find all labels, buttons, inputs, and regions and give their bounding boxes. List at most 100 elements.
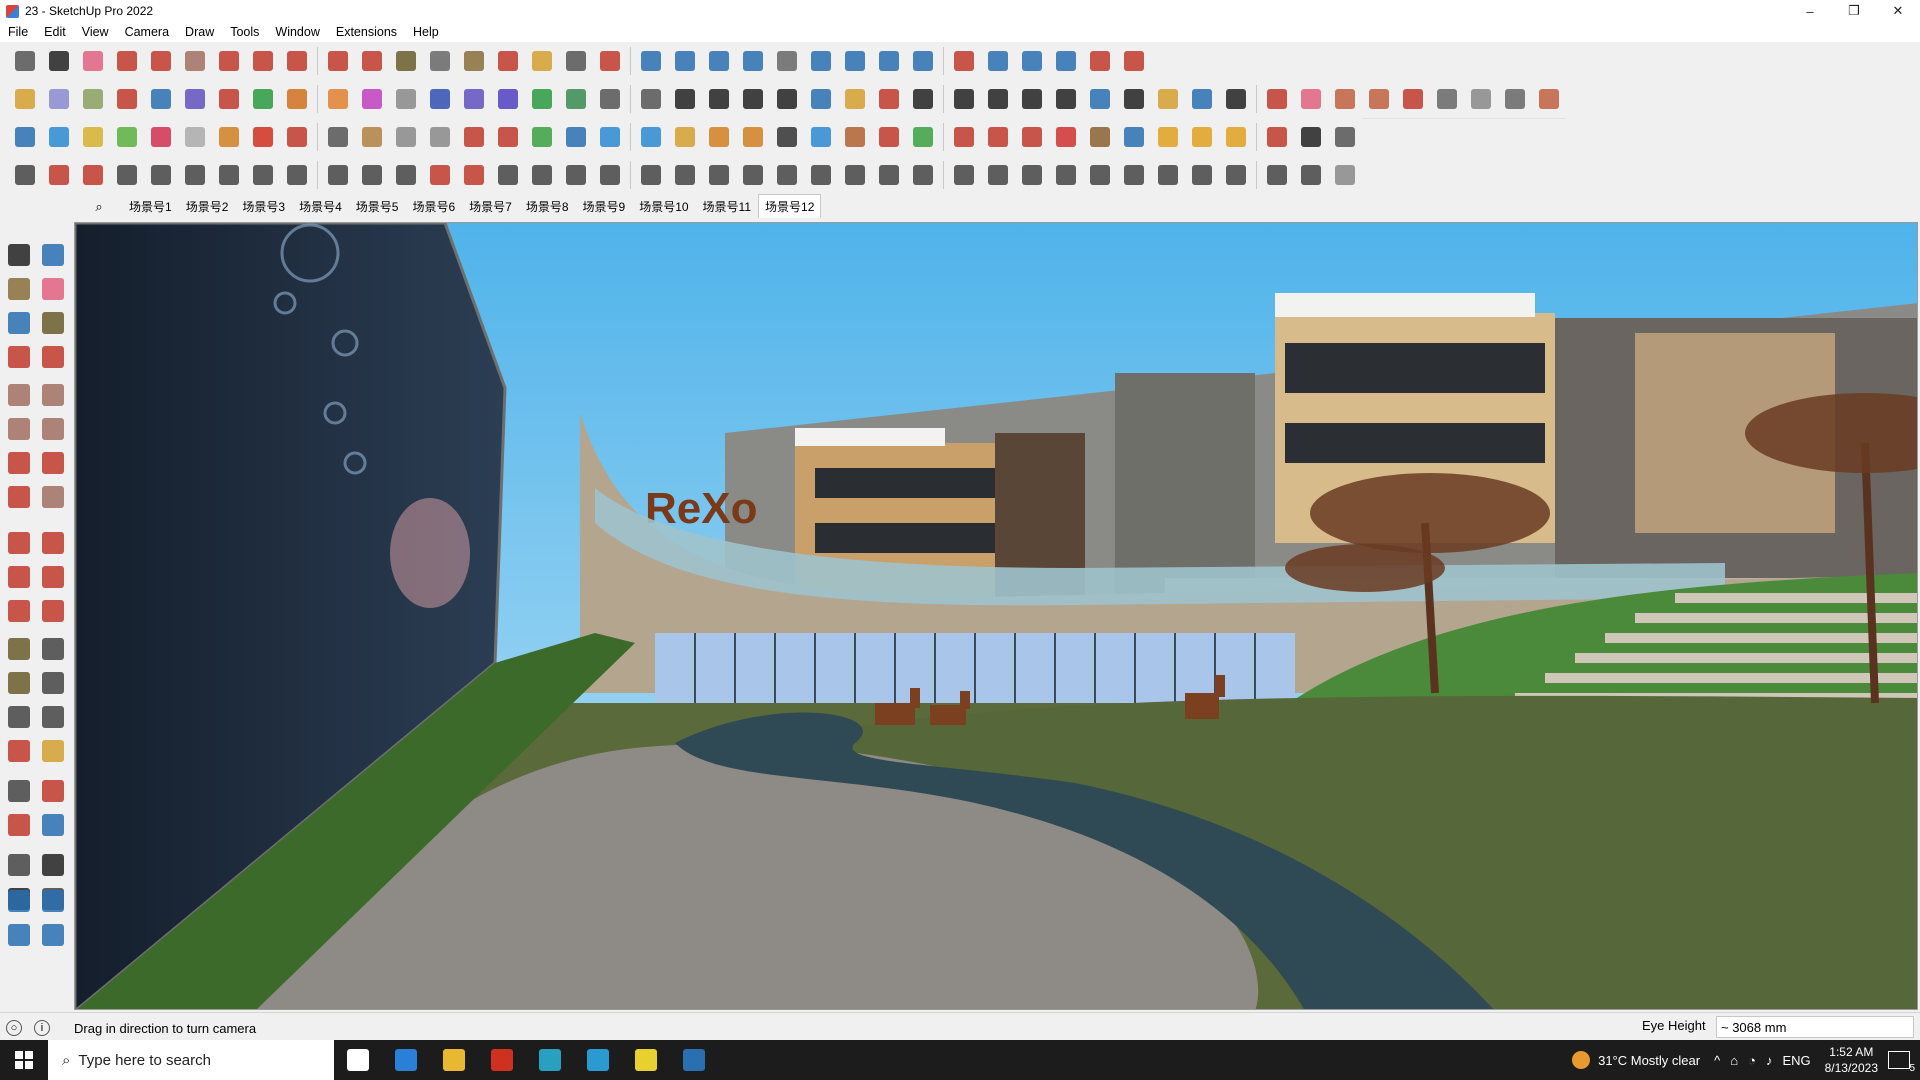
top-view-button[interactable] bbox=[44, 84, 74, 114]
layout-button[interactable] bbox=[704, 46, 734, 76]
stop-button[interactable] bbox=[248, 122, 278, 152]
fold-button[interactable] bbox=[527, 160, 557, 190]
panel-button[interactable] bbox=[983, 160, 1013, 190]
house4-button[interactable] bbox=[704, 84, 734, 114]
house2-button[interactable] bbox=[636, 84, 666, 114]
tree-button[interactable] bbox=[908, 122, 938, 152]
arc3-tool-button[interactable] bbox=[4, 482, 34, 512]
preferences-button[interactable] bbox=[1119, 46, 1149, 76]
line-red-button[interactable] bbox=[1262, 84, 1292, 114]
move-button[interactable] bbox=[282, 46, 312, 76]
dots-curve-button[interactable] bbox=[459, 122, 489, 152]
tape-tool-button[interactable] bbox=[38, 308, 68, 338]
move-tool-button[interactable] bbox=[4, 528, 34, 558]
extrude-green-button[interactable] bbox=[248, 84, 278, 114]
file-explorer-taskbar-button[interactable] bbox=[430, 1040, 478, 1080]
plane-green2-button[interactable] bbox=[561, 84, 591, 114]
front-view-button[interactable] bbox=[78, 84, 108, 114]
paint-tool-button[interactable] bbox=[4, 274, 34, 304]
render-6-button[interactable] bbox=[1500, 84, 1530, 114]
axes-tool-button[interactable] bbox=[4, 702, 34, 732]
menu-view[interactable]: View bbox=[74, 25, 117, 39]
zoom-extents-tool-button[interactable] bbox=[4, 810, 34, 840]
circle-tool-button[interactable] bbox=[4, 414, 34, 444]
line-tool-button[interactable] bbox=[4, 342, 34, 372]
scene-tab[interactable]: 场景号9 bbox=[576, 194, 633, 218]
render-5-button[interactable] bbox=[1466, 84, 1496, 114]
zoom-window-tool-button[interactable] bbox=[38, 776, 68, 806]
tape-measure-button[interactable] bbox=[391, 46, 421, 76]
layer-1-button[interactable] bbox=[10, 122, 40, 152]
network-icon[interactable]: ⌂ bbox=[1730, 1053, 1738, 1068]
orbit-button[interactable] bbox=[493, 46, 523, 76]
wall-button[interactable] bbox=[323, 122, 353, 152]
flask-button[interactable] bbox=[595, 122, 625, 152]
shape-ellipse-button[interactable] bbox=[1017, 84, 1047, 114]
hatch-orange-button[interactable] bbox=[1153, 122, 1183, 152]
zoom-tool2-button[interactable] bbox=[4, 776, 34, 806]
arrows-up-button[interactable] bbox=[908, 46, 938, 76]
render-7-button[interactable] bbox=[1534, 84, 1564, 114]
start-button[interactable] bbox=[0, 1040, 48, 1080]
corner-button[interactable] bbox=[357, 160, 387, 190]
maximize-button[interactable]: ❐ bbox=[1832, 0, 1876, 22]
menu-file[interactable]: File bbox=[0, 25, 36, 39]
leaf-button[interactable] bbox=[670, 160, 700, 190]
ring-orange-button[interactable] bbox=[704, 122, 734, 152]
push-pull-button[interactable] bbox=[214, 46, 244, 76]
select-tool-button[interactable] bbox=[4, 240, 34, 270]
paint-bucket-button[interactable] bbox=[459, 46, 489, 76]
face-blue-button[interactable] bbox=[425, 84, 455, 114]
house3-button[interactable] bbox=[670, 84, 700, 114]
curve-button[interactable] bbox=[391, 84, 421, 114]
sphere-button[interactable] bbox=[146, 160, 176, 190]
render-2-button[interactable] bbox=[1364, 84, 1394, 114]
stack-button[interactable] bbox=[738, 160, 768, 190]
polygon-tool-button[interactable] bbox=[38, 414, 68, 444]
text-tool-button[interactable] bbox=[38, 668, 68, 698]
tape2-tool-button[interactable] bbox=[4, 634, 34, 664]
layer-5-button[interactable] bbox=[146, 122, 176, 152]
close-button[interactable]: ✕ bbox=[1876, 0, 1920, 22]
extrude-red-button[interactable] bbox=[214, 84, 244, 114]
sweep-button[interactable] bbox=[214, 160, 244, 190]
warehouse-button[interactable] bbox=[636, 46, 666, 76]
layer-4-button[interactable] bbox=[112, 122, 142, 152]
model-info-button[interactable] bbox=[1017, 46, 1047, 76]
shape-ring-button[interactable] bbox=[1119, 84, 1149, 114]
shape-parallelogram-button[interactable] bbox=[1051, 84, 1081, 114]
menu-camera[interactable]: Camera bbox=[117, 25, 177, 39]
menu-edit[interactable]: Edit bbox=[36, 25, 74, 39]
pan-button[interactable] bbox=[527, 46, 557, 76]
stairs3-button[interactable] bbox=[636, 160, 666, 190]
path-1-button[interactable] bbox=[10, 160, 40, 190]
previous-tool-button[interactable] bbox=[38, 810, 68, 840]
info-icon[interactable]: i bbox=[34, 1020, 50, 1036]
layer-3-button[interactable] bbox=[78, 122, 108, 152]
section-display-button[interactable] bbox=[840, 46, 870, 76]
wifi-icon[interactable]: ◔ bbox=[1748, 1053, 1756, 1068]
pie-tool-button[interactable] bbox=[38, 482, 68, 512]
pencil-red-button[interactable] bbox=[874, 84, 904, 114]
follow-me-button[interactable] bbox=[248, 46, 278, 76]
freehand-tool-button[interactable] bbox=[38, 342, 68, 372]
look-around-button[interactable] bbox=[38, 850, 68, 880]
menu-window[interactable]: Window bbox=[267, 25, 327, 39]
language-indicator[interactable]: ENG bbox=[1782, 1053, 1810, 1068]
slope-button[interactable] bbox=[772, 160, 802, 190]
dotted-curve-button[interactable] bbox=[1296, 122, 1326, 152]
scale-tool-button[interactable] bbox=[4, 596, 34, 626]
bend2-button[interactable] bbox=[323, 160, 353, 190]
select-button[interactable] bbox=[44, 46, 74, 76]
columns-button[interactable] bbox=[1051, 160, 1081, 190]
redo-button[interactable] bbox=[1085, 46, 1115, 76]
bars-button[interactable] bbox=[1153, 160, 1183, 190]
pencil-button[interactable] bbox=[112, 46, 142, 76]
ext-manager-tool-button[interactable] bbox=[38, 920, 68, 950]
ring-x-button[interactable] bbox=[738, 122, 768, 152]
tray-chevron-icon[interactable]: ^ bbox=[1714, 1053, 1720, 1068]
box-button[interactable] bbox=[357, 122, 387, 152]
arc-tool-button[interactable] bbox=[4, 448, 34, 478]
edge-taskbar-button[interactable] bbox=[574, 1040, 622, 1080]
rotate-button[interactable] bbox=[323, 46, 353, 76]
